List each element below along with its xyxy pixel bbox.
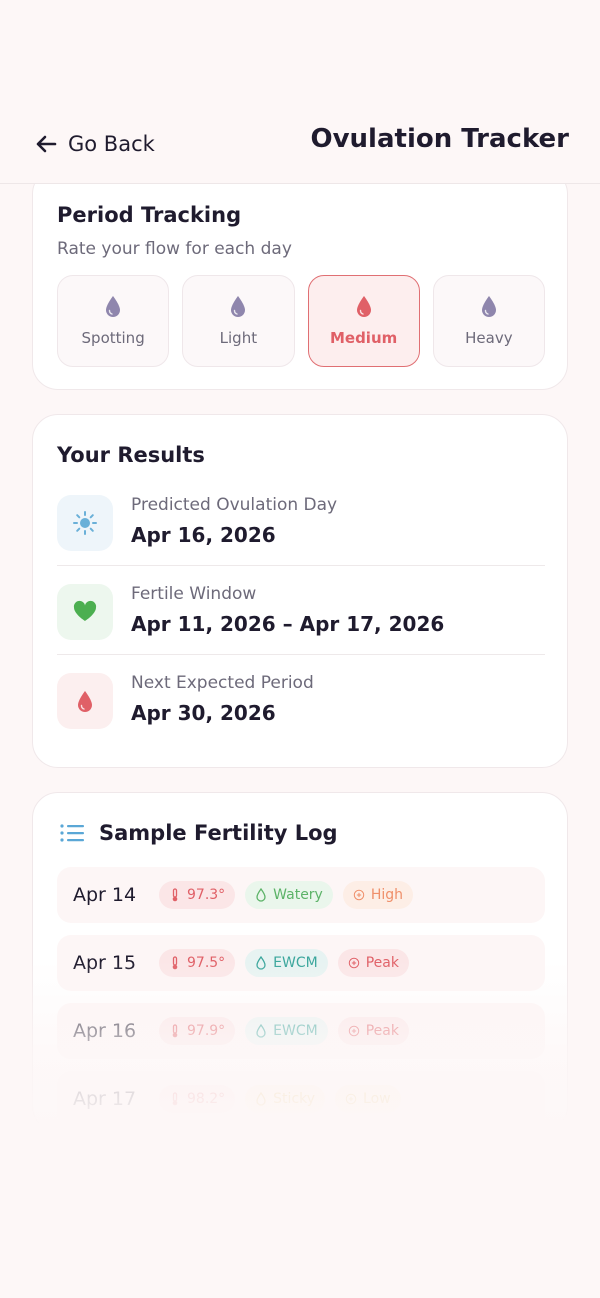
- arrow-left-icon: [36, 135, 57, 153]
- plus-circle-icon: [348, 1025, 359, 1037]
- log-date: Apr 15: [73, 952, 137, 974]
- fertility-value: Low: [363, 1091, 391, 1107]
- fertility-log-card: Sample Fertility Log Apr 14 97.3° Watery…: [32, 792, 568, 1132]
- plus-circle-icon: [345, 1093, 357, 1105]
- log-row[interactable]: Apr 16 97.9° EWCM Peak: [57, 1003, 545, 1059]
- mucus-chip: Watery: [245, 881, 333, 909]
- thermometer-icon: [172, 1024, 178, 1038]
- flow-option-spotting[interactable]: Spotting: [57, 275, 170, 367]
- log-row[interactable]: Apr 14 97.3° Watery High: [57, 867, 545, 923]
- fertility-value: Peak: [365, 955, 399, 971]
- thermometer-icon: [172, 956, 178, 970]
- fertility-log-header: Sample Fertility Log: [59, 821, 338, 845]
- back-button[interactable]: Go Back: [34, 128, 155, 160]
- drop-icon: [481, 296, 496, 317]
- bottom-background: [0, 1132, 600, 1298]
- drop-icon: [356, 296, 371, 317]
- temperature-value: 98.2°: [187, 1091, 226, 1107]
- mucus-value: EWCM: [273, 1023, 318, 1039]
- flow-option-medium[interactable]: Medium: [307, 275, 420, 367]
- period-tracking-title: Period Tracking: [57, 203, 242, 227]
- divider: [57, 565, 545, 566]
- flow-options: Spotting Light Medium Heavy: [57, 275, 545, 367]
- temperature-chip: 98.2°: [159, 1085, 236, 1113]
- flow-option-label: Heavy: [465, 329, 513, 347]
- log-row[interactable]: Apr 15 97.5° EWCM Peak: [57, 935, 545, 991]
- fertility-chip: Low: [335, 1085, 401, 1113]
- fertility-chip: Peak: [337, 949, 409, 977]
- drop-icon: [106, 296, 121, 317]
- drop-outline-icon: [256, 888, 266, 902]
- drop-icon: [231, 296, 246, 317]
- period-tracking-card: Period Tracking Rate your flow for each …: [32, 168, 568, 390]
- result-ovulation-day: Predicted Ovulation Day Apr 16, 2026: [57, 495, 545, 585]
- thermometer-icon: [172, 888, 178, 902]
- temperature-value: 97.3°: [187, 887, 226, 903]
- drop-outline-icon: [256, 956, 266, 970]
- flow-option-label: Light: [219, 329, 258, 347]
- log-date: Apr 14: [73, 884, 137, 906]
- log-date: Apr 16: [73, 1020, 137, 1042]
- flow-option-heavy[interactable]: Heavy: [432, 275, 545, 367]
- result-value: Apr 16, 2026: [131, 523, 276, 547]
- divider: [57, 654, 545, 655]
- back-label: Go Back: [68, 132, 155, 156]
- temperature-value: 97.9°: [187, 1023, 226, 1039]
- drop-outline-icon: [256, 1024, 266, 1038]
- fertility-log-title: Sample Fertility Log: [99, 821, 338, 845]
- result-value: Apr 11, 2026 – Apr 17, 2026: [131, 612, 445, 636]
- plus-circle-icon: [348, 957, 359, 969]
- result-label: Fertile Window: [131, 584, 257, 604]
- temperature-value: 97.5°: [187, 955, 226, 971]
- fertility-chip: Peak: [337, 1017, 409, 1045]
- log-row[interactable]: Apr 17 98.2° Sticky Low: [57, 1071, 545, 1127]
- mucus-value: EWCM: [273, 955, 318, 971]
- fertility-value: High: [370, 887, 404, 903]
- temperature-chip: 97.9°: [159, 1017, 236, 1045]
- flow-option-light[interactable]: Light: [182, 275, 295, 367]
- results-title: Your Results: [57, 443, 205, 467]
- result-label: Predicted Ovulation Day: [131, 495, 338, 515]
- mucus-value: Watery: [273, 887, 323, 903]
- flow-option-label: Medium: [329, 329, 398, 347]
- temperature-chip: 97.5°: [159, 949, 236, 977]
- thermometer-icon: [172, 1092, 178, 1106]
- mucus-chip: EWCM: [245, 949, 328, 977]
- fertility-chip: High: [342, 881, 414, 909]
- mucus-value: Sticky: [273, 1091, 316, 1107]
- mucus-chip: EWCM: [245, 1017, 328, 1045]
- drop-icon: [57, 673, 113, 729]
- log-date: Apr 17: [73, 1088, 137, 1110]
- mucus-chip: Sticky: [245, 1085, 326, 1113]
- result-next-period: Next Expected Period Apr 30, 2026: [57, 673, 545, 763]
- page-title: Ovulation Tracker: [310, 124, 570, 154]
- heart-icon: [57, 584, 113, 640]
- top-bar: Go Back Ovulation Tracker: [0, 0, 600, 184]
- drop-outline-icon: [256, 1092, 266, 1106]
- fertility-value: Peak: [365, 1023, 399, 1039]
- result-fertile-window: Fertile Window Apr 11, 2026 – Apr 17, 20…: [57, 584, 545, 674]
- flow-option-label: Spotting: [81, 329, 145, 347]
- result-label: Next Expected Period: [131, 673, 314, 693]
- period-tracking-subtitle: Rate your flow for each day: [57, 239, 292, 259]
- plus-circle-icon: [353, 889, 365, 901]
- results-card: Your Results Predicted Ovulation Day Apr…: [32, 414, 568, 768]
- list-icon: [60, 824, 84, 842]
- sun-icon: [57, 495, 113, 551]
- temperature-chip: 97.3°: [159, 881, 236, 909]
- result-value: Apr 30, 2026: [131, 701, 276, 725]
